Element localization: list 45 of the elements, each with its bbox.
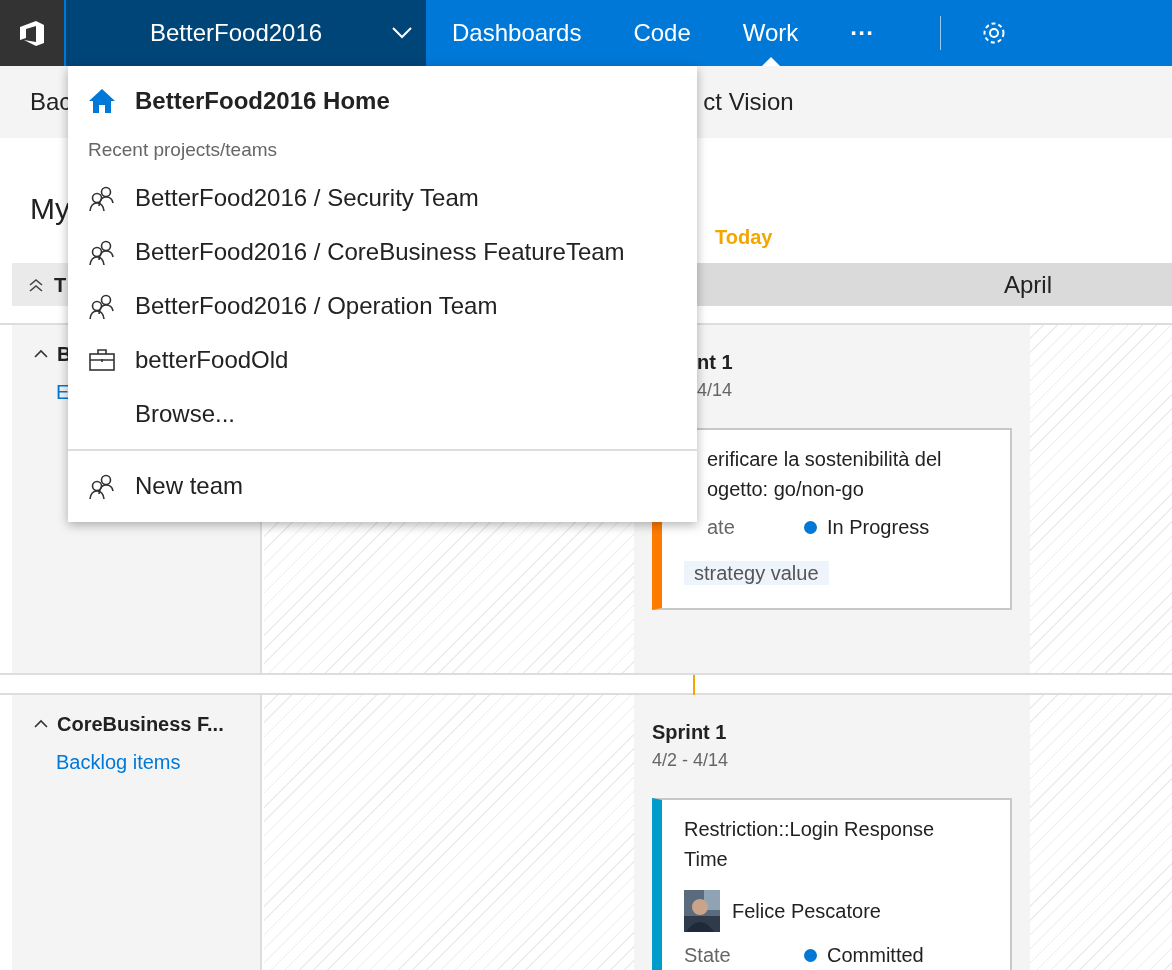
backlog-link[interactable]: E	[56, 381, 70, 403]
sprint-name: nt 1	[697, 350, 734, 375]
chevron-up-icon[interactable]	[34, 719, 48, 729]
project-selector[interactable]: BetterFood2016	[66, 0, 426, 66]
page-title: My	[30, 192, 70, 225]
people-icon	[88, 472, 116, 499]
section-label: Recent projects/teams	[87, 138, 279, 162]
state-value: Committed	[827, 943, 924, 968]
briefcase-icon	[88, 347, 116, 372]
menu-item[interactable]: betterFoodOld	[68, 332, 697, 387]
logo-icon[interactable]	[18, 19, 46, 47]
hub-tab[interactable]: Code	[607, 0, 717, 66]
field-label: ate	[707, 515, 736, 540]
state-value: In Progress	[827, 515, 930, 540]
assignee-name: Felice Pescatore	[732, 899, 881, 924]
people-icon	[88, 184, 116, 211]
more-button[interactable]: ···	[824, 0, 901, 66]
hub-tab[interactable]: Dashboards	[426, 0, 608, 66]
people-icon	[88, 292, 116, 319]
team-name: CoreBusiness F...	[57, 712, 224, 737]
state-dot	[804, 520, 817, 534]
field-label: State	[684, 943, 732, 968]
card-title: erificare la sostenibilità del	[707, 447, 943, 472]
chevron-up-icon[interactable]	[34, 349, 48, 359]
today-label: Today	[715, 226, 773, 248]
nav-tab[interactable]: ct Vision	[703, 84, 794, 120]
sprint-dates: 4/14	[697, 379, 734, 402]
today-line	[693, 675, 695, 695]
card-title: Time	[684, 847, 729, 872]
sprint-name: Sprint 1	[652, 720, 728, 745]
menu-item[interactable]: BetterFood2016 / Security Team	[68, 170, 697, 225]
people-icon	[88, 238, 116, 265]
state-dot	[804, 948, 817, 962]
tag: strategy value	[684, 561, 829, 585]
menu-item[interactable]: New team	[68, 458, 697, 513]
sprint-dates: 4/2 - 4/14	[652, 749, 730, 772]
collapse-all-icon[interactable]	[28, 276, 44, 293]
menu-item[interactable]: Browse...	[68, 386, 697, 441]
column-header: T	[54, 272, 67, 298]
card-title: ogetto: go/non-go	[707, 477, 865, 502]
home-icon	[88, 88, 116, 114]
hub-tab[interactable]: Work	[716, 0, 825, 66]
chevron-down-icon	[392, 27, 412, 39]
backlog-link[interactable]: Backlog items	[56, 751, 181, 773]
card-title: Restriction::Login Response	[684, 817, 936, 842]
